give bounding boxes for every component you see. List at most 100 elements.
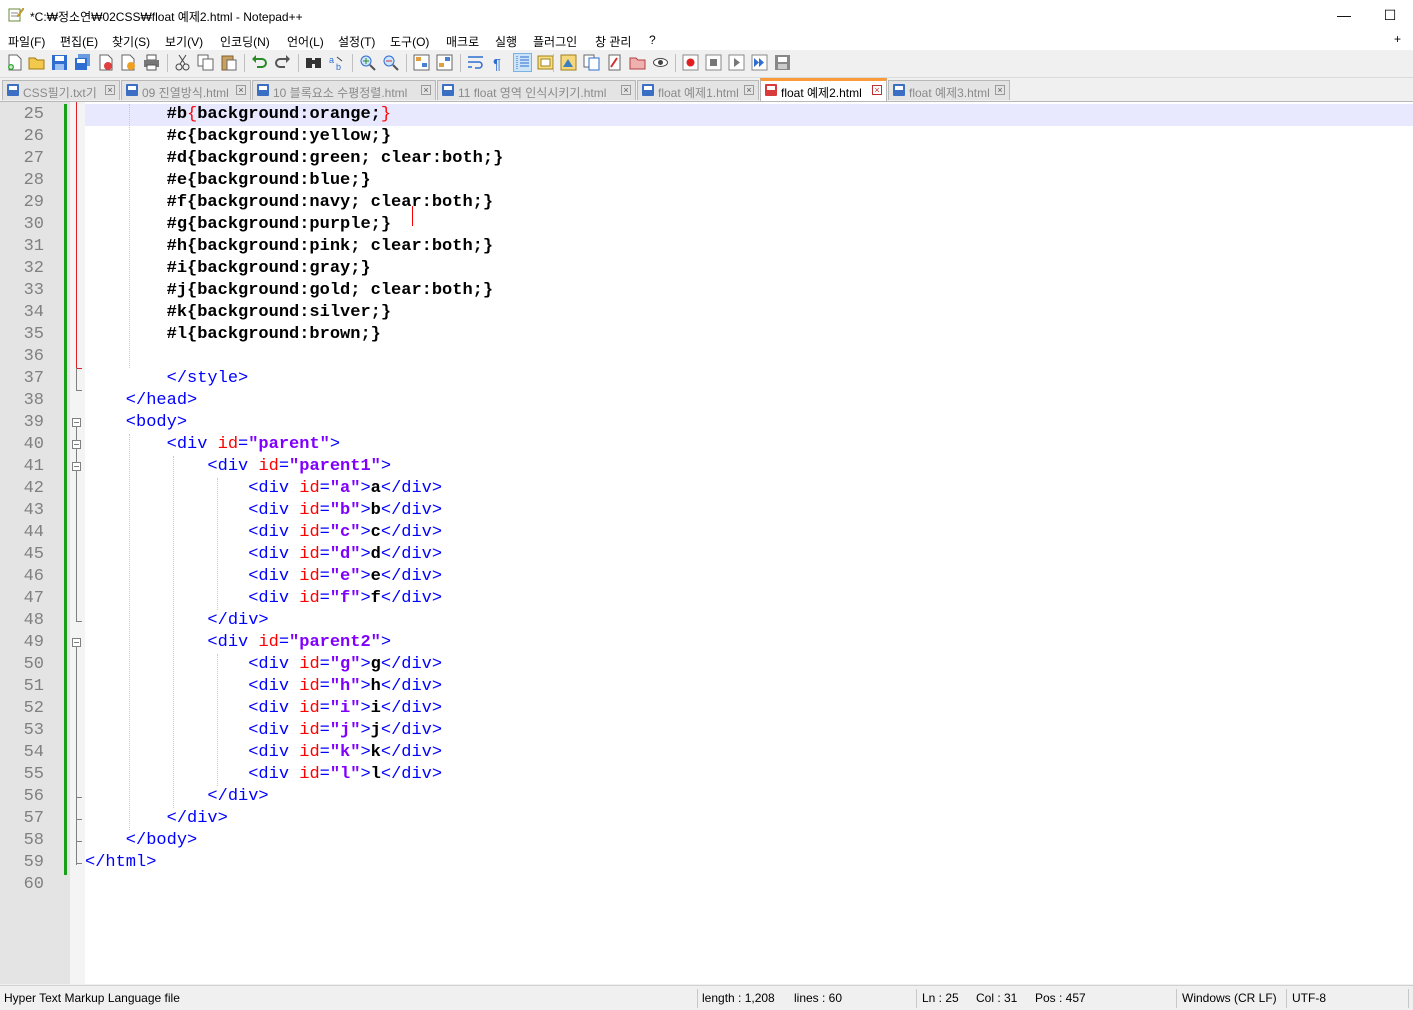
editor-pane[interactable]: 25 #b{background:orange;} 26 #c{backgroun… <box>0 102 1413 984</box>
code-line[interactable]: #i{background:gray;} <box>85 258 371 280</box>
code-line[interactable]: <div id="parent2"> <box>85 632 391 654</box>
status-eol[interactable]: Windows (CR LF) <box>1182 991 1277 1005</box>
menu-view[interactable]: 보기(V) <box>165 33 203 50</box>
tab-10[interactable]: 10 블록요소 수평정렬.html × <box>252 80 436 100</box>
code-line[interactable]: <div id="e">e</div> <box>85 566 442 588</box>
replace-icon[interactable]: ab <box>328 54 345 71</box>
close-icon[interactable] <box>97 54 114 71</box>
tab-close-icon[interactable]: × <box>621 85 631 95</box>
cut-icon[interactable] <box>174 54 191 71</box>
open-file-icon[interactable] <box>28 54 45 71</box>
copy-icon[interactable] <box>197 54 214 71</box>
tab-close-icon[interactable]: × <box>421 85 431 95</box>
code-line[interactable]: <div id="k">k</div> <box>85 742 442 764</box>
fold-toggle-icon[interactable] <box>72 638 81 647</box>
undo-icon[interactable] <box>251 54 268 71</box>
code-line[interactable]: </div> <box>85 786 268 808</box>
stop-macro-icon[interactable] <box>705 54 722 71</box>
code-line[interactable]: <div id="c">c</div> <box>85 522 442 544</box>
code-line[interactable]: <div id="a">a</div> <box>85 478 442 500</box>
folder-icon[interactable] <box>629 54 646 71</box>
menu-plugins[interactable]: 플러그인 <box>533 33 577 50</box>
tab-close-icon[interactable]: × <box>744 85 754 95</box>
zoom-in-icon[interactable] <box>359 54 376 71</box>
maximize-button[interactable]: ☐ <box>1367 0 1413 30</box>
record-macro-icon[interactable] <box>682 54 699 71</box>
show-all-chars-icon[interactable]: ¶ <box>490 54 507 71</box>
code-line[interactable]: <div id="l">l</div> <box>85 764 442 786</box>
tab-close-icon[interactable]: × <box>995 85 1005 95</box>
menu-encoding[interactable]: 인코딩(N) <box>220 33 270 50</box>
sync-horizontal-icon[interactable] <box>436 54 453 71</box>
menu-window[interactable]: 창 관리 <box>595 33 631 50</box>
code-line[interactable]: <div id="j">j</div> <box>85 720 442 742</box>
code-line[interactable]: <div id="parent"> <box>85 434 340 456</box>
code-line[interactable]: <div id="b">b</div> <box>85 500 442 522</box>
code-line[interactable]: <div id="g">g</div> <box>85 654 442 676</box>
status-encoding[interactable]: UTF-8 <box>1292 991 1326 1005</box>
indent-guide-icon[interactable] <box>513 53 532 72</box>
zoom-out-icon[interactable] <box>382 54 399 71</box>
code-line[interactable]: #e{background:blue;} <box>85 170 371 192</box>
code-line[interactable]: #j{background:gold; clear:both;} <box>85 280 493 302</box>
code-line[interactable]: <body> <box>85 412 187 434</box>
code-line[interactable]: </div> <box>85 808 228 830</box>
tab-09[interactable]: 09 진열방식.html × <box>121 80 251 100</box>
menu-run[interactable]: 실행 <box>495 33 517 50</box>
tab-11[interactable]: 11 float 영역 인식시키기.html × <box>437 80 636 100</box>
code-line[interactable]: #d{background:green; clear:both;} <box>85 148 504 170</box>
code-line[interactable]: </style> <box>85 368 249 390</box>
menu-edit[interactable]: 편집(E) <box>60 33 98 50</box>
code-line[interactable]: #g{background:purple;} <box>85 214 391 236</box>
code-line[interactable]: </html> <box>85 852 156 874</box>
print-icon[interactable] <box>143 54 160 71</box>
save-icon[interactable] <box>51 54 68 71</box>
menu-macro[interactable]: 매크로 <box>446 33 479 50</box>
menu-file[interactable]: 파일(F) <box>8 33 45 50</box>
udl-icon[interactable] <box>537 54 554 71</box>
redo-icon[interactable] <box>274 54 291 71</box>
monitor-icon[interactable] <box>652 54 669 71</box>
menu-settings[interactable]: 설정(T) <box>338 33 375 50</box>
code-line[interactable]: <div id="h">h</div> <box>85 676 442 698</box>
code-line[interactable]: #f{background:navy; clear:both;} <box>85 192 493 214</box>
fold-toggle-icon[interactable] <box>72 462 81 471</box>
code-line[interactable]: #h{background:pink; clear:both;} <box>85 236 493 258</box>
run-macro-multiple-icon[interactable] <box>751 54 768 71</box>
code-line[interactable]: #c{background:yellow;} <box>85 126 391 148</box>
doc-map-icon[interactable] <box>560 54 577 71</box>
tab-float-example2[interactable]: float 예제2.html × <box>760 78 887 101</box>
save-all-icon[interactable] <box>74 54 91 71</box>
sync-vertical-icon[interactable] <box>413 54 430 71</box>
code-line[interactable]: <div id="parent1"> <box>85 456 391 478</box>
code-line[interactable]: #b{background:orange;} <box>85 104 391 126</box>
new-file-icon[interactable] <box>6 54 23 71</box>
code-line[interactable]: <div id="i">i</div> <box>85 698 442 720</box>
menu-help[interactable]: ? <box>649 33 656 47</box>
code-line[interactable]: </body> <box>85 830 197 852</box>
code-line[interactable]: </head> <box>85 390 197 412</box>
function-list-icon[interactable] <box>583 54 600 71</box>
code-line[interactable]: #k{background:silver;} <box>85 302 391 324</box>
code-line[interactable]: <div id="f">f</div> <box>85 588 442 610</box>
fold-margin[interactable] <box>70 102 85 984</box>
fold-toggle-icon[interactable] <box>72 440 81 449</box>
code-line[interactable]: <div id="d">d</div> <box>85 544 442 566</box>
menu-plus-button[interactable]: + <box>1394 32 1401 46</box>
find-icon[interactable] <box>305 54 322 71</box>
paste-icon[interactable] <box>220 54 237 71</box>
minimize-button[interactable]: — <box>1321 0 1367 30</box>
folder-workspace-icon[interactable] <box>606 54 623 71</box>
menu-language[interactable]: 언어(L) <box>287 33 324 50</box>
tab-css-notes[interactable]: CSS필기.txt기 × <box>2 80 120 100</box>
tab-float-example3[interactable]: float 예제3.html × <box>888 80 1010 100</box>
tab-float-example1[interactable]: float 예제1.html × <box>637 80 759 100</box>
word-wrap-icon[interactable] <box>467 54 484 71</box>
save-macro-icon[interactable] <box>774 54 791 71</box>
close-all-icon[interactable] <box>120 54 137 71</box>
tab-close-icon[interactable]: × <box>872 85 882 95</box>
menu-search[interactable]: 찾기(S) <box>112 33 150 50</box>
fold-toggle-icon[interactable] <box>72 418 81 427</box>
code-line[interactable]: </div> <box>85 610 268 632</box>
tab-close-icon[interactable]: × <box>105 85 115 95</box>
